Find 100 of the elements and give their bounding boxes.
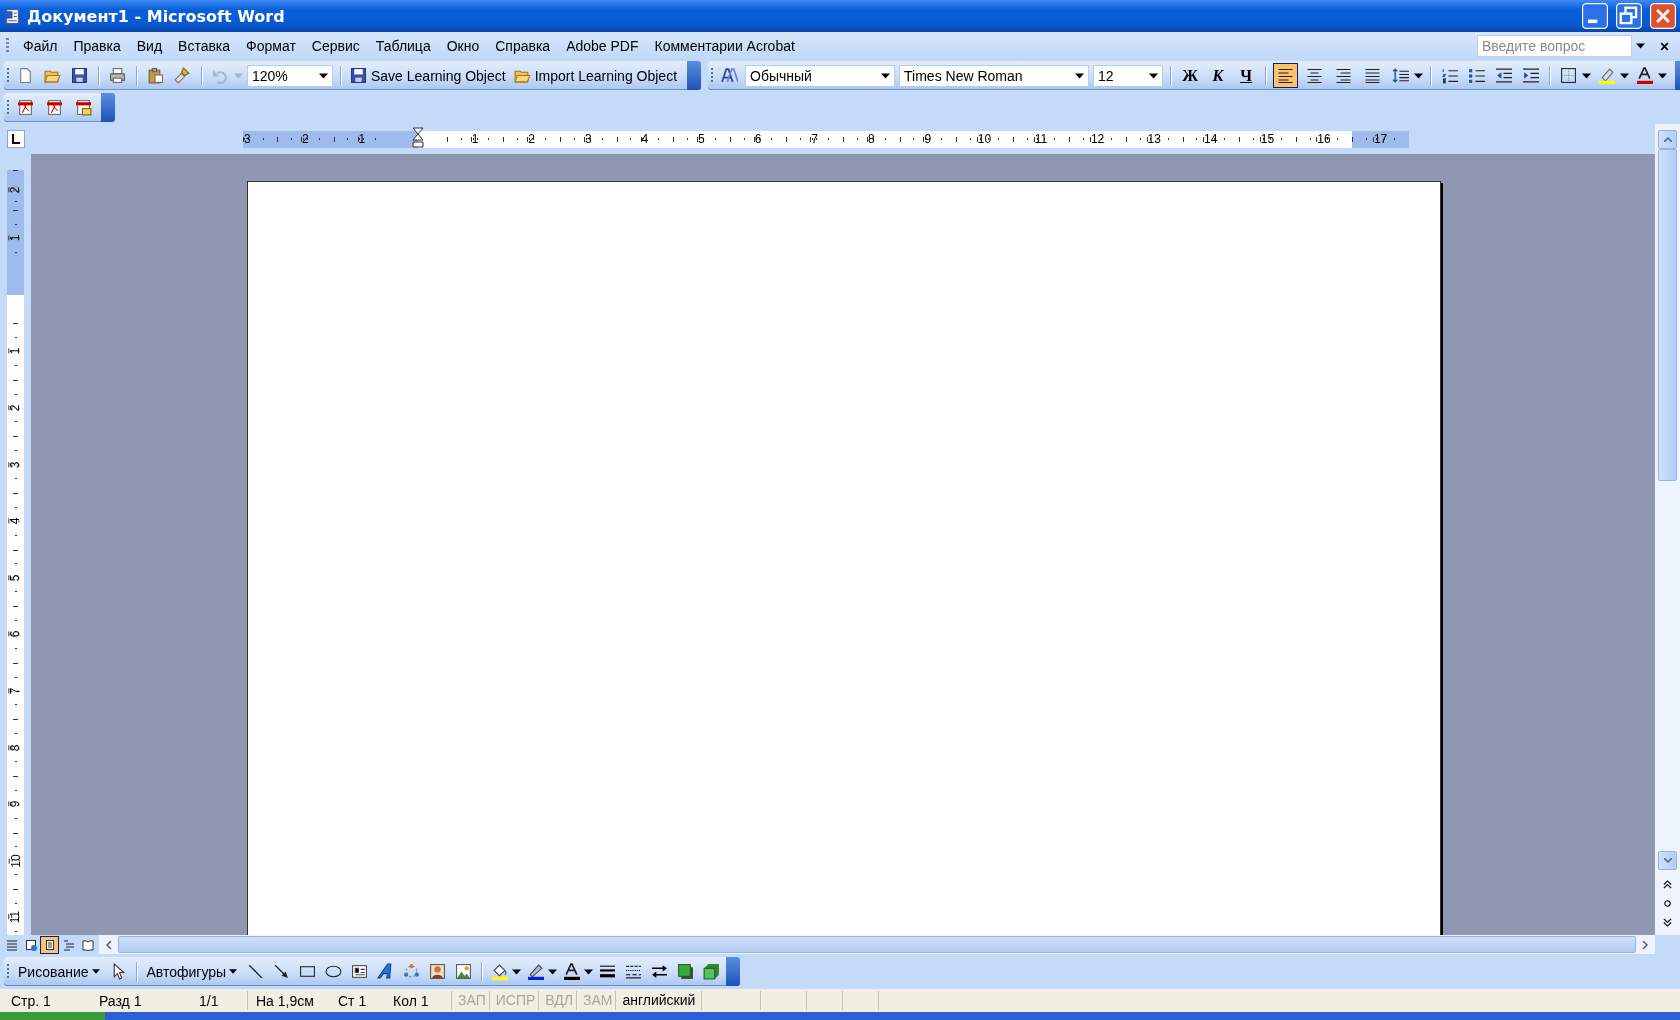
pdf-icon[interactable] (17, 99, 34, 116)
ruler-number: 3 (583, 132, 593, 146)
font-color-icon[interactable] (563, 963, 581, 980)
previous-page-icon[interactable] (1663, 880, 1672, 889)
print-view-icon (43, 938, 56, 951)
toolbar-options-button[interactable] (726, 957, 741, 986)
picture-icon[interactable] (455, 963, 473, 980)
menu-item[interactable]: Вставка (170, 36, 239, 56)
bold-button[interactable]: Ж (1178, 63, 1203, 88)
caret-icon[interactable] (1075, 72, 1085, 79)
caret-icon[interactable] (1636, 43, 1645, 49)
menu-item[interactable]: Таблица (367, 36, 439, 56)
dash-style-icon[interactable] (625, 963, 643, 980)
toolbar-button[interactable]: Save Learning Object (348, 65, 508, 86)
status-text: 1/1 (199, 992, 219, 1009)
caret-icon[interactable] (1149, 72, 1159, 79)
bulleted-list-icon[interactable] (1468, 67, 1486, 84)
caret-icon[interactable] (881, 72, 891, 79)
clipboard-icon[interactable] (147, 67, 164, 84)
zoom-dropdown[interactable]: 120% (247, 64, 333, 87)
toolbar-button[interactable]: Import Learning Object (511, 65, 680, 86)
menu-item[interactable]: Формат (238, 36, 304, 56)
style-dropdown[interactable]: Обычный (745, 64, 896, 87)
decrease-indent-icon[interactable] (1495, 67, 1513, 84)
text-box-icon[interactable] (351, 963, 369, 980)
menu-item[interactable]: Справка (487, 36, 559, 56)
ruler-number: 16 (1316, 132, 1332, 146)
scroll-up-button[interactable] (1658, 130, 1677, 149)
caret-icon[interactable] (584, 968, 594, 975)
diagram-icon[interactable] (403, 963, 421, 980)
autoshapes-menu-button[interactable]: Автофигуры (142, 961, 242, 982)
styles-icon[interactable] (721, 67, 739, 84)
line-spacing-icon[interactable] (1392, 67, 1410, 84)
normal-view-icon (5, 938, 18, 951)
printer-icon[interactable] (109, 67, 126, 84)
underline-button[interactable]: Ч (1234, 63, 1259, 88)
cube-icon[interactable] (703, 963, 721, 980)
arrow-style-icon[interactable] (651, 963, 669, 980)
caret-icon[interactable] (512, 968, 522, 975)
clip-art-icon[interactable] (429, 963, 447, 980)
align-left-button[interactable] (1273, 63, 1299, 88)
toolbar-options-button[interactable] (687, 61, 702, 90)
vertical-scrollbar[interactable] (1655, 124, 1680, 935)
caret-icon[interactable] (319, 72, 328, 79)
indent-marker-icon[interactable] (412, 126, 425, 151)
scrollbar-thumb[interactable] (1658, 149, 1677, 481)
caret-icon[interactable] (1582, 72, 1592, 79)
ruler-number: 1 (357, 132, 367, 146)
line-style-icon[interactable] (599, 963, 617, 980)
font-dropdown[interactable]: Times New Roman (899, 64, 1090, 87)
pdf-attachment-icon[interactable] (75, 99, 92, 116)
language-indicator[interactable]: английский (619, 991, 703, 1010)
reading-view-icon (81, 938, 94, 951)
font-color-icon[interactable] (1636, 67, 1654, 84)
shadow-icon[interactable] (677, 963, 695, 980)
window-title: Документ1 - Microsoft Word (27, 6, 285, 26)
oval-icon[interactable] (325, 963, 343, 980)
browse-object-icon[interactable] (1663, 899, 1672, 908)
ruler-number: 2 (8, 186, 23, 194)
menu-item[interactable]: Правка (65, 36, 129, 56)
paint-bucket-icon[interactable] (491, 963, 509, 980)
arrow-icon[interactable] (273, 963, 291, 980)
pen-icon[interactable] (527, 963, 545, 980)
line-icon[interactable] (247, 963, 265, 980)
caret-icon[interactable] (1414, 72, 1424, 79)
minimize-button[interactable] (1582, 3, 1608, 29)
rectangle-icon[interactable] (299, 963, 317, 980)
new-document-icon[interactable] (17, 67, 34, 84)
help-search-field[interactable]: Введите вопрос (1477, 35, 1632, 57)
ruler-number: 9 (8, 800, 23, 808)
web-view-icon (24, 938, 37, 951)
increase-indent-icon[interactable] (1522, 67, 1540, 84)
menu-item[interactable]: Комментарии Acrobat (646, 36, 803, 56)
caret-icon[interactable] (1658, 72, 1668, 79)
highlighter-icon[interactable] (1598, 67, 1616, 84)
caret-icon[interactable] (548, 968, 558, 975)
font-size-dropdown[interactable]: 12 (1093, 64, 1164, 87)
menu-item[interactable]: Окно (438, 36, 488, 56)
close-button[interactable] (1650, 3, 1676, 29)
close-icon[interactable] (1659, 40, 1670, 52)
borders-icon[interactable] (1560, 67, 1578, 84)
brush-icon[interactable] (174, 67, 191, 84)
ruler-number: 11 (8, 911, 23, 924)
ruler-number: 12 (1089, 132, 1106, 146)
menu-item[interactable]: Adobe PDF (558, 36, 647, 56)
tab-stop-icon[interactable] (6, 130, 25, 148)
ruler-number: 1 (470, 132, 480, 146)
pdf-icon[interactable] (46, 99, 63, 116)
caret-icon[interactable] (1620, 72, 1630, 79)
next-page-icon[interactable] (1663, 918, 1672, 927)
numbered-list-icon[interactable] (1441, 67, 1459, 84)
print-view-button[interactable] (40, 935, 59, 954)
restore-button[interactable] (1616, 3, 1642, 29)
drawing-menu-button[interactable]: Рисование (14, 961, 104, 982)
scroll-down-button[interactable] (1658, 851, 1677, 870)
menu-item[interactable]: Сервис (303, 36, 368, 56)
menu-item[interactable]: Вид (128, 36, 171, 56)
status-text: Стр. 1 (10, 992, 52, 1009)
menu-item[interactable]: Файл (15, 36, 66, 56)
italic-button[interactable]: К (1206, 63, 1231, 88)
